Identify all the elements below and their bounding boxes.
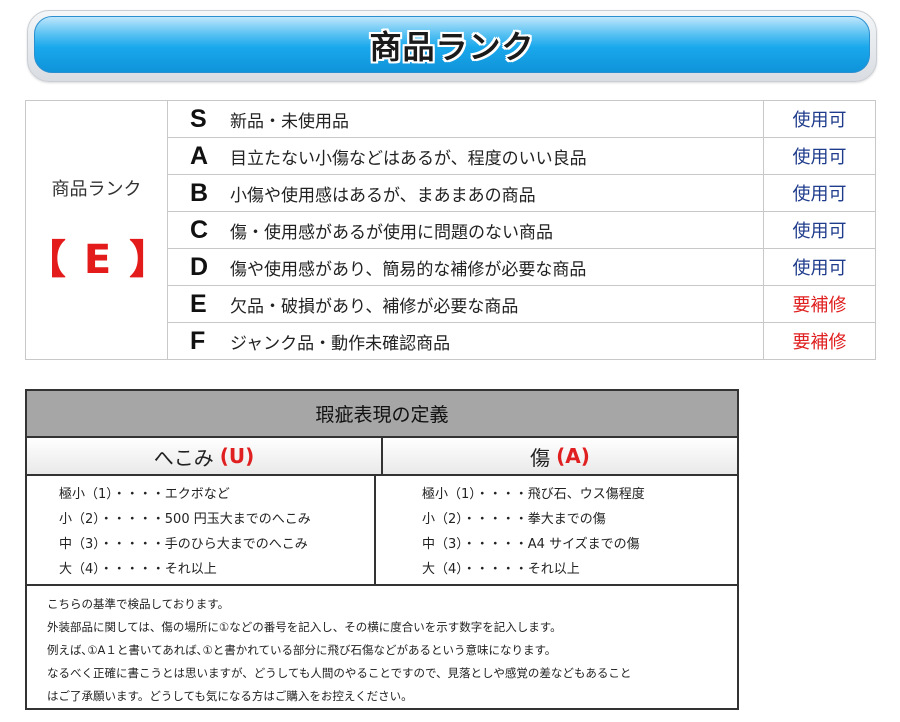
scratch-scale-item: 小（2）・・・・・拳大までの傷 <box>422 512 606 527</box>
scratch-scale-list: 極小（1）・・・・飛び石、ウス傷程度 小（2）・・・・・拳大までの傷 中（3）・… <box>376 476 737 584</box>
rank-letter: S <box>190 104 207 133</box>
rank-letter: F <box>190 326 206 355</box>
rank-description: 目立たない小傷などはあるが、程度のいい良品 <box>230 148 587 169</box>
definition-title: 瑕疵表現の定義 <box>27 391 737 438</box>
rank-letter: D <box>190 252 209 281</box>
rank-cell: S 新品・未使用品 <box>167 100 764 138</box>
rank-description: 小傷や使用感はあるが、まあまあの商品 <box>230 185 536 206</box>
rank-description: 傷・使用感があるが使用に問題のない商品 <box>230 222 553 243</box>
scratch-label: 傷 <box>530 445 551 470</box>
dent-label: へこみ <box>153 445 214 470</box>
scratch-scale-item: 大（4）・・・・・それ以上 <box>422 562 580 577</box>
scratch-scale-item: 中（3）・・・・・A4 サイズまでの傷 <box>422 537 640 552</box>
rank-description: 新品・未使用品 <box>230 111 349 132</box>
dent-scale-item: 中（3）・・・・・手のひら大までのへこみ <box>59 537 308 552</box>
rank-status: 使用可 <box>763 174 876 212</box>
dent-scale-item: 小（2）・・・・・500 円玉大までのへこみ <box>59 512 311 527</box>
dent-code: (U) <box>219 444 255 468</box>
dent-header: へこみ (U) <box>27 438 383 474</box>
rank-label: 商品ランク <box>51 179 142 200</box>
rank-cell: E 欠品・破損があり、補修が必要な商品 <box>167 285 764 323</box>
rank-description: 欠品・破損があり、補修が必要な商品 <box>230 296 519 317</box>
definition-category-header: へこみ (U) 傷 (A) <box>27 438 737 476</box>
note-line: はご了承願います。どうしても気になる方はご購入をお控えください。 <box>47 689 413 703</box>
rank-letter: C <box>190 215 209 244</box>
rank-status: 使用可 <box>763 248 876 286</box>
rank-status: 使用可 <box>763 137 876 175</box>
dent-scale-list: 極小（1）・・・・エクボなど 小（2）・・・・・500 円玉大までのへこみ 中（… <box>27 476 376 584</box>
note-line: 外装部品に関しては、傷の場所に①などの番号を記入し、その横に度合いを示す数字を記… <box>47 620 562 634</box>
dent-scale-item: 大（4）・・・・・それ以上 <box>59 562 217 577</box>
rank-cell: D 傷や使用感があり、簡易的な補修が必要な商品 <box>167 248 764 286</box>
note-line: こちらの基準で検品しております。 <box>47 597 230 611</box>
rank-status: 使用可 <box>763 100 876 138</box>
defect-definition-box: 瑕疵表現の定義 へこみ (U) 傷 (A) 極小（1）・・・・エクボなど 小（2）・… <box>25 389 739 710</box>
inspection-notes: こちらの基準で検品しております。 外装部品に関しては、傷の場所に①などの番号を記… <box>27 586 737 708</box>
rank-table: 商品ランク 【 E 】 S 新品・未使用品 使用可 A 目立たない小傷などはあるが、… <box>25 100 876 360</box>
note-line: 例えば､①A１と書いてあれば､①と書かれている部分に飛び石傷などがあるという意味… <box>47 643 557 657</box>
rank-cell: C 傷・使用感があるが使用に問題のない商品 <box>167 211 764 249</box>
scratch-scale-item: 極小（1）・・・・飛び石、ウス傷程度 <box>422 487 645 502</box>
rank-status: 使用可 <box>763 211 876 249</box>
definition-scales: 極小（1）・・・・エクボなど 小（2）・・・・・500 円玉大までのへこみ 中（… <box>27 476 737 586</box>
title-banner-inner: 商品ランク <box>34 16 870 73</box>
current-rank-cell: 商品ランク 【 E 】 <box>25 100 172 360</box>
scratch-header: 傷 (A) <box>383 438 737 474</box>
title-banner: 商品ランク <box>27 10 877 82</box>
rank-letter: B <box>190 178 209 207</box>
rank-cell: F ジャンク品・動作未確認商品 <box>167 322 764 360</box>
rank-cell: B 小傷や使用感はあるが、まあまあの商品 <box>167 174 764 212</box>
rank-description: 傷や使用感があり、簡易的な補修が必要な商品 <box>230 259 587 280</box>
page-title: 商品ランク <box>369 27 535 66</box>
rank-description: ジャンク品・動作未確認商品 <box>230 333 451 354</box>
rank-letter: E <box>190 289 207 318</box>
current-rank: 【 E 】 <box>26 237 172 283</box>
rank-status: 要補修 <box>763 285 876 323</box>
rank-letter: A <box>190 141 209 170</box>
rank-status: 要補修 <box>763 322 876 360</box>
rank-row: 商品ランク 【 E 】 S 新品・未使用品 使用可 <box>25 100 876 360</box>
note-line: なるべく正確に書こうとは思いますが、どうしても人間のやることですので、見落としや… <box>47 666 632 680</box>
dent-scale-item: 極小（1）・・・・エクボなど <box>59 487 230 502</box>
scratch-code: (A) <box>556 444 590 468</box>
rank-cell: A 目立たない小傷などはあるが、程度のいい良品 <box>167 137 764 175</box>
